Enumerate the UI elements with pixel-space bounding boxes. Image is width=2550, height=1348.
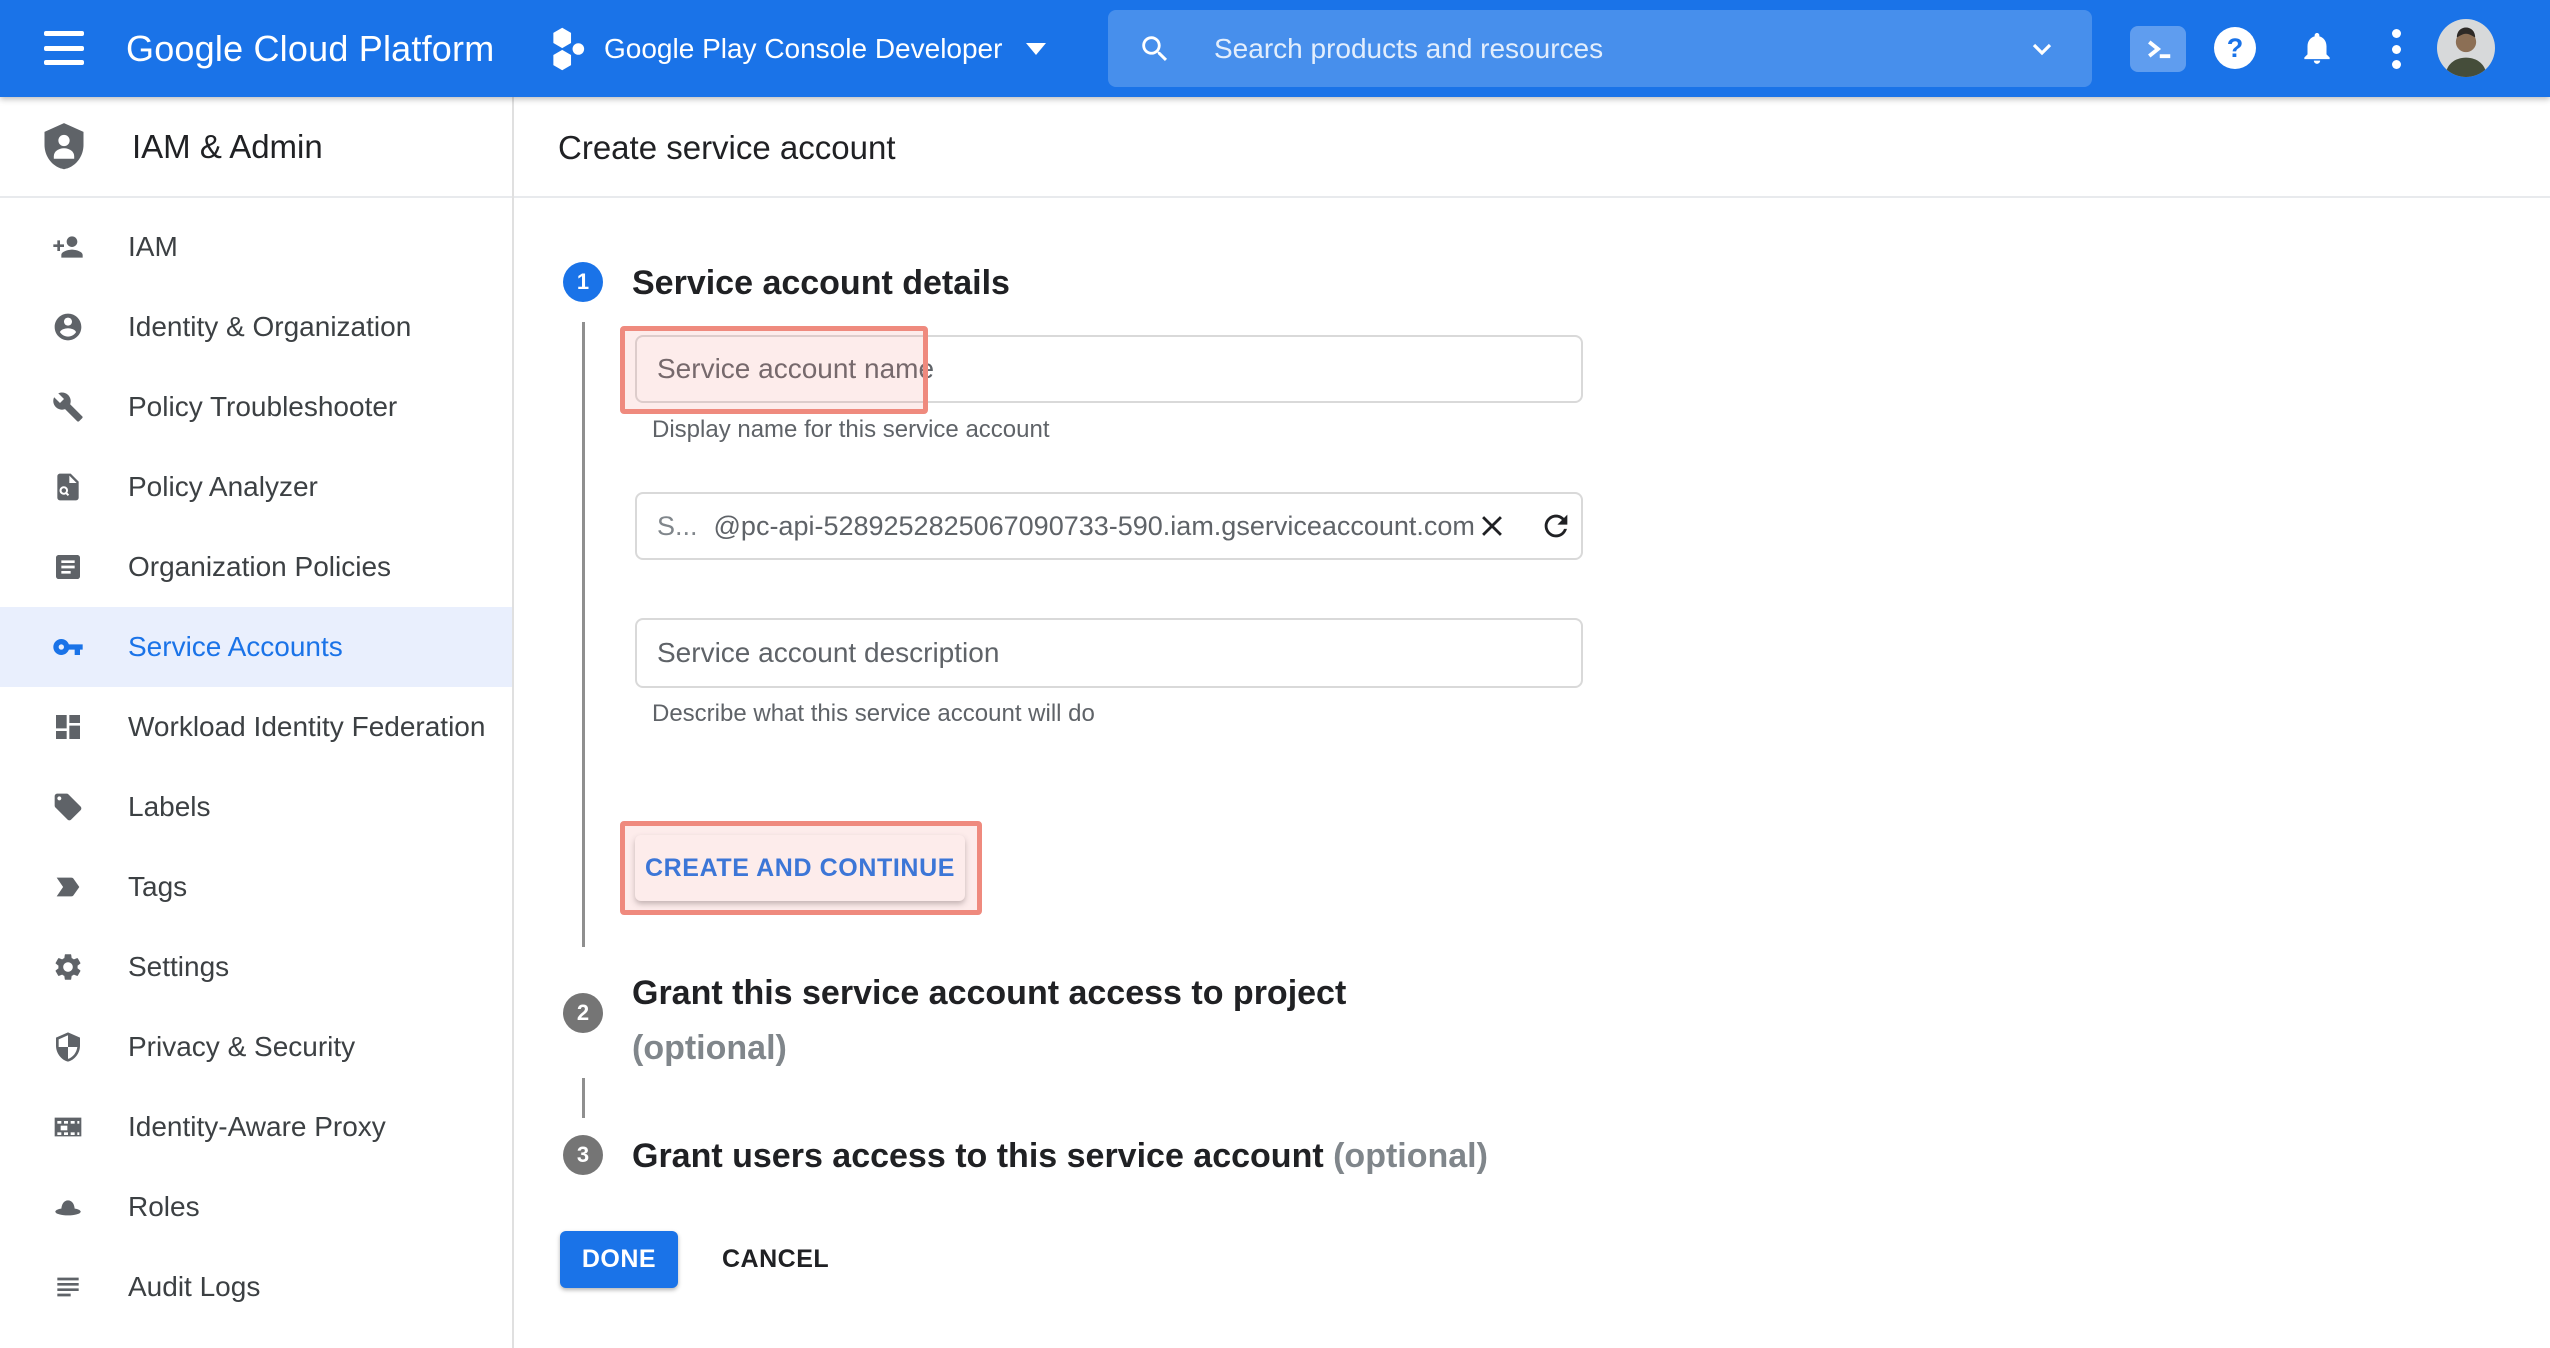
app-bar: Google Cloud Platform Google Play Consol… — [0, 0, 2550, 97]
create-and-continue-button[interactable]: CREATE AND CONTINUE — [635, 835, 965, 901]
search-input[interactable] — [1214, 33, 2026, 65]
sidebar-item-label: Organization Policies — [128, 551, 391, 583]
notifications-bell-icon[interactable] — [2298, 29, 2336, 72]
sidebar-item-label: Settings — [128, 951, 229, 983]
id-prefix: S... — [657, 511, 698, 542]
cancel-button[interactable]: CANCEL — [722, 1231, 829, 1288]
step2-indicator: 2 — [563, 993, 603, 1033]
page-header: Create service account — [514, 97, 2550, 198]
tag-arrow-icon — [48, 871, 88, 903]
service-account-name-input[interactable] — [635, 335, 1583, 403]
search-bar[interactable] — [1108, 10, 2092, 87]
document-search-icon — [48, 471, 88, 503]
sidebar-item-organization-policies[interactable]: Organization Policies — [0, 527, 512, 607]
step3-indicator: 3 — [563, 1135, 603, 1175]
sidebar-item-iam[interactable]: IAM — [0, 207, 512, 287]
sidebar-item-label: Audit Logs — [128, 1271, 260, 1303]
sidebar-item-policy-troubleshooter[interactable]: Policy Troubleshooter — [0, 367, 512, 447]
stepper-connector — [582, 1078, 585, 1118]
dashboard-icon — [48, 711, 88, 743]
step3-title-text: Grant users access to this service accou… — [632, 1137, 1324, 1175]
sidebar-item-label: Identity-Aware Proxy — [128, 1111, 386, 1143]
step3-optional-text: (optional) — [1333, 1137, 1488, 1175]
step2-title: Grant this service account access to pro… — [632, 966, 1346, 1076]
avatar[interactable] — [2437, 19, 2495, 77]
sidebar-title: IAM & Admin — [132, 128, 323, 166]
sidebar-item-identity-organization[interactable]: Identity & Organization — [0, 287, 512, 367]
sidebar-item-roles[interactable]: Roles — [0, 1167, 512, 1247]
description-helper-text: Describe what this service account will … — [652, 700, 1095, 728]
step1-title: Service account details — [632, 264, 1010, 303]
menu-icon[interactable] — [44, 31, 84, 65]
done-button[interactable]: DONE — [560, 1231, 678, 1288]
gear-icon — [48, 951, 88, 983]
sidebar-item-settings[interactable]: Settings — [0, 927, 512, 1007]
gcp-console-page: Google Cloud Platform Google Play Consol… — [0, 0, 2550, 1348]
proxy-card-icon — [48, 1111, 88, 1143]
search-icon — [1138, 32, 1172, 66]
kebab-menu-icon[interactable] — [2388, 29, 2404, 69]
sidebar-nav: IAM Identity & Organization Policy Troub… — [0, 198, 512, 1327]
sidebar-item-policy-analyzer[interactable]: Policy Analyzer — [0, 447, 512, 527]
sidebar-item-service-accounts[interactable]: Service Accounts — [0, 607, 512, 687]
sidebar-item-audit-logs[interactable]: Audit Logs — [0, 1247, 512, 1327]
key-icon — [48, 631, 88, 663]
sidebar-item-workload-identity-federation[interactable]: Workload Identity Federation — [0, 687, 512, 767]
chevron-down-icon[interactable] — [2026, 33, 2058, 65]
list-lines-icon — [48, 1271, 88, 1303]
sidebar-item-label: Policy Troubleshooter — [128, 391, 397, 423]
hat-icon — [48, 1191, 88, 1223]
account-circle-icon — [48, 311, 88, 343]
step2-optional-text: (optional) — [632, 1029, 787, 1067]
sidebar-item-tags[interactable]: Tags — [0, 847, 512, 927]
gcp-logo[interactable]: Google Cloud Platform — [126, 0, 494, 97]
name-helper-text: Display name for this service account — [652, 416, 1050, 444]
step2-title-text: Grant this service account access to pro… — [632, 974, 1346, 1012]
sidebar: IAM & Admin IAM Identity & Organization … — [0, 97, 514, 1348]
sidebar-item-privacy-security[interactable]: Privacy & Security — [0, 1007, 512, 1087]
project-selector[interactable]: Google Play Console Developer — [552, 0, 1046, 97]
sidebar-item-label: Labels — [128, 791, 211, 823]
label-tag-icon — [48, 791, 88, 823]
project-hexagons-icon — [552, 26, 586, 72]
sidebar-item-label: Roles — [128, 1191, 200, 1223]
sidebar-item-label: Tags — [128, 871, 187, 903]
stepper-connector — [582, 322, 585, 947]
sidebar-item-identity-aware-proxy[interactable]: Identity-Aware Proxy — [0, 1087, 512, 1167]
shield-icon — [48, 1031, 88, 1063]
document-lines-icon — [48, 551, 88, 583]
sidebar-item-labels[interactable]: Labels — [0, 767, 512, 847]
iam-shield-icon — [38, 119, 90, 175]
step1-indicator: 1 — [563, 262, 603, 302]
person-add-icon — [48, 231, 88, 263]
refresh-icon[interactable] — [1539, 509, 1573, 543]
dropdown-caret-icon — [1026, 43, 1046, 55]
sidebar-item-label: Identity & Organization — [128, 311, 411, 343]
page-title: Create service account — [558, 97, 896, 198]
help-icon[interactable]: ? — [2214, 27, 2256, 69]
step3-title: Grant users access to this service accou… — [632, 1137, 1488, 1176]
service-account-description-input[interactable] — [635, 618, 1583, 688]
project-name: Google Play Console Developer — [604, 33, 1002, 65]
service-account-id-field[interactable]: S... @pc-api-5289252825067090733-590.iam… — [635, 492, 1583, 560]
sidebar-item-label: Policy Analyzer — [128, 471, 318, 503]
sidebar-header: IAM & Admin — [0, 97, 512, 198]
sidebar-item-label: Workload Identity Federation — [128, 711, 485, 743]
wrench-icon — [48, 391, 88, 423]
id-domain-text: @pc-api-5289252825067090733-590.iam.gser… — [714, 511, 1475, 542]
clear-x-icon[interactable] — [1475, 509, 1509, 543]
cloud-shell-icon[interactable] — [2130, 26, 2186, 72]
sidebar-item-label: IAM — [128, 231, 178, 263]
sidebar-item-label: Privacy & Security — [128, 1031, 355, 1063]
sidebar-item-label: Service Accounts — [128, 631, 343, 663]
